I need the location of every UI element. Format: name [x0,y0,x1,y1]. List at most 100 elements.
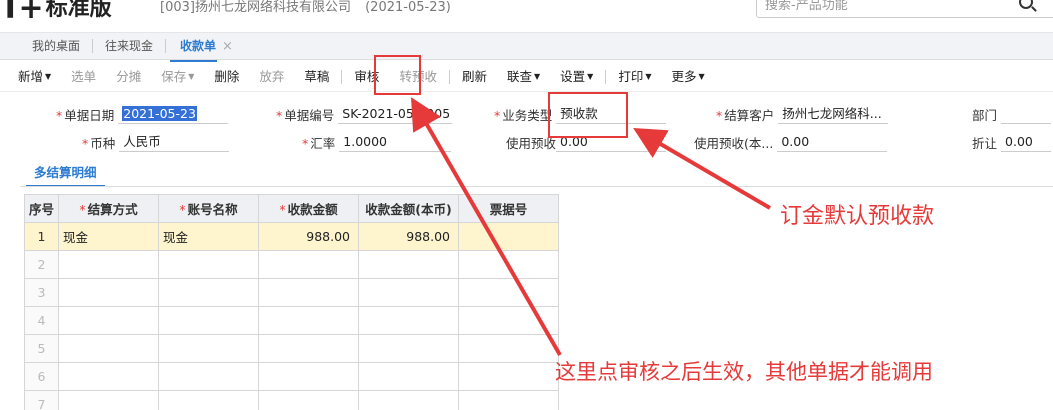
table-row[interactable]: 7 [23,390,560,410]
table-row[interactable]: 1 现金 现金 988.00 988.00 [23,222,560,251]
currency-select[interactable]: 人民币 [119,132,230,152]
table-cell-method[interactable] [58,334,160,363]
table-cell-method[interactable] [58,250,160,279]
table-row[interactable]: 2 [23,250,560,279]
table-cell-account[interactable] [158,362,260,391]
table-row[interactable]: 4 [23,306,560,335]
rate-input[interactable]: 1.0000 [339,132,452,152]
table-cell-method[interactable] [58,306,160,335]
toolbar-button-9[interactable]: 刷新 [462,63,487,91]
tab-bar: 我的桌面 往来现金 收款单 × [0,32,1053,62]
toolbar-divider [605,69,607,84]
code-label: * 单据编号 [276,107,335,123]
discount-input[interactable]: 0.00 [1001,132,1052,152]
column-header[interactable]: 票据号 [458,194,560,223]
tab-receipt[interactable]: 收款单 × [170,33,241,62]
toolbar-button-13[interactable]: 更多 ▼ [671,63,704,91]
date-input[interactable]: 2021-05-23 [118,104,229,124]
column-header[interactable]: 收款金额(本币) [358,194,460,223]
column-header[interactable]: 序号 [23,194,60,223]
table-cell-account[interactable] [158,334,260,363]
table-cell-account[interactable] [158,278,260,307]
table-cell-amount_base[interactable] [358,250,460,279]
table-cell-method[interactable] [58,362,160,391]
prepay-base-input[interactable]: 0.00 [777,132,888,152]
table-cell-amount_base[interactable] [358,278,460,307]
table-cell-ticket[interactable] [458,222,560,251]
toolbar-button-12[interactable]: 打印 ▼ [618,63,651,91]
table-cell-amount_base[interactable] [358,334,460,363]
table-cell-amount[interactable] [258,334,360,363]
table-cell-amount_base[interactable] [358,306,460,335]
logo-mark: T+ [0,0,44,26]
date-field: * 单据日期 2021-05-23 [56,102,229,126]
tab-divider [165,39,167,53]
column-header[interactable]: * 结算方式 [58,194,160,223]
table-cell-ticket[interactable] [458,334,560,363]
search-box[interactable] [756,0,1053,18]
table-cell-amount[interactable] [258,390,360,410]
toolbar-button-0[interactable]: 新增 ▼ [18,63,51,91]
table-row[interactable]: 6 [23,362,560,391]
table-cell-method[interactable]: 现金 [58,222,160,251]
toolbar-button-4[interactable]: 删除 [214,63,239,91]
table-cell-amount[interactable] [258,250,360,279]
table-row[interactable]: 5 [23,334,560,363]
toolbar-button-11[interactable]: 设置 ▼ [560,63,593,91]
table-cell-amount_base[interactable] [358,362,460,391]
toolbar-button-label: 设置 [560,68,586,84]
search-input[interactable] [757,0,1007,17]
table-cell-amount[interactable] [258,362,360,391]
toolbar-button-5[interactable]: 放弃 [259,63,284,91]
table-cell-account[interactable] [158,250,260,279]
code-input[interactable]: SK-2021-05-0005 [338,104,453,124]
close-icon[interactable]: × [222,39,233,54]
table-cell-ticket[interactable] [458,390,560,410]
table-cell-amount_base[interactable]: 988.00 [358,222,460,251]
toolbar-button-label: 放弃 [259,68,285,84]
toolbar-button-6[interactable]: 草稿 [304,63,329,91]
table-cell-account[interactable] [158,390,260,410]
prepay-base-label: 使用预收(本... [694,135,774,151]
table-header-row: 序号 * 结算方式 * 账号名称 * 收款金额 收款金额(本币) 票据号 [23,194,560,223]
tab-divider [92,39,94,53]
tab-desktop[interactable]: 我的桌面 [24,33,88,59]
search-icon[interactable] [1019,0,1033,9]
chevron-down-icon: ▼ [645,71,652,81]
code-field: * 单据编号 SK-2021-05-0005 [276,102,453,126]
table-cell-ticket[interactable] [458,306,560,335]
toolbar-button-1[interactable]: 选单 [71,63,96,91]
toolbar-button-2[interactable]: 分摊 [116,63,141,91]
tab-settlement-details[interactable]: 多结算明细 [26,163,105,187]
company-name: [003]扬州七龙网络科技有限公司 [160,0,351,15]
toolbar-button-10[interactable]: 联查 ▼ [507,63,540,91]
table-cell-ticket[interactable] [458,250,560,279]
table-cell-amount[interactable] [258,278,360,307]
table-cell-amount[interactable] [258,306,360,335]
toolbar-button-3[interactable]: 保存 ▼ [161,63,194,91]
logo: T+ 标准版 [0,0,112,26]
table-cell-account[interactable] [158,306,260,335]
dept-input[interactable] [1001,104,1052,124]
toolbar-button-label: 删除 [214,68,240,84]
table-row[interactable]: 3 [23,278,560,307]
business-type-highlight-box [548,92,628,138]
table-cell-method[interactable] [58,278,160,307]
table-cell-amount_base[interactable] [358,390,460,410]
column-header[interactable]: * 收款金额 [258,194,360,223]
table-cell-seq: 4 [23,306,60,335]
settlement-table: 序号 * 结算方式 * 账号名称 * 收款金额 收款金额(本币) 票据号 1 现金 现金 988.00… [23,194,560,410]
table-cell-account[interactable]: 现金 [158,222,260,251]
table-cell-amount[interactable]: 988.00 [258,222,360,251]
tab-receipt-label: 收款单 [180,38,217,53]
column-header[interactable]: * 账号名称 [158,194,260,223]
table-cell-ticket[interactable] [458,278,560,307]
table-cell-method[interactable] [58,390,160,410]
tab-cash[interactable]: 往来现金 [97,33,161,59]
customer-input[interactable]: 扬州七龙网络科... [778,104,889,124]
toolbar-button-label: 更多 [671,68,697,84]
toolbar-button-label: 打印 [618,68,644,84]
rate-field: * 汇率 1.0000 [302,130,452,154]
toolbar-button-label: 联查 [506,68,532,84]
table-cell-ticket[interactable] [458,362,560,391]
